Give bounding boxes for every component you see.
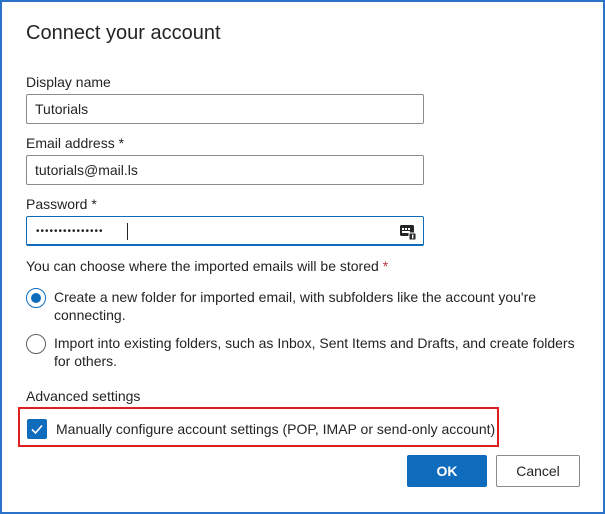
display-name-value: Tutorials: [35, 101, 89, 117]
dialog-title: Connect your account: [26, 22, 221, 44]
required-marker: *: [91, 196, 97, 212]
text-caret: [127, 223, 128, 240]
radio-option-existing-folders[interactable]: Import into existing folders, such as In…: [26, 334, 586, 370]
manual-config-checkbox[interactable]: [27, 419, 47, 439]
connect-account-dialog: Connect your account Display name Tutori…: [0, 0, 605, 514]
email-value: tutorials@mail.ls: [35, 162, 138, 178]
advanced-settings-label: Advanced settings: [26, 388, 141, 404]
required-marker: *: [118, 135, 125, 151]
manual-config-label: Manually configure account settings (POP…: [56, 421, 496, 437]
email-label: Email address *: [26, 135, 125, 151]
password-input[interactable]: •••••••••••••••: [26, 216, 424, 246]
display-name-input[interactable]: Tutorials: [26, 94, 424, 124]
ok-button[interactable]: OK: [407, 455, 487, 487]
email-input[interactable]: tutorials@mail.ls: [26, 155, 424, 185]
radio-button-existing-folders[interactable]: [26, 334, 46, 354]
display-name-label: Display name: [26, 74, 111, 90]
password-masked-value: •••••••••••••••: [36, 226, 104, 237]
cancel-button[interactable]: Cancel: [496, 455, 580, 487]
required-marker: *: [382, 258, 389, 274]
radio-button-new-folder[interactable]: [26, 288, 46, 308]
checkmark-icon: [31, 424, 43, 435]
manual-config-option[interactable]: Manually configure account settings (POP…: [27, 419, 495, 439]
radio-label-existing-folders: Import into existing folders, such as In…: [54, 335, 575, 369]
radio-option-new-folder[interactable]: Create a new folder for imported email, …: [26, 288, 586, 324]
password-label: Password *: [26, 196, 97, 212]
password-reveal-icon[interactable]: [399, 222, 417, 241]
storage-location-label: You can choose where the imported emails…: [26, 258, 389, 274]
radio-label-new-folder: Create a new folder for imported email, …: [54, 289, 537, 323]
